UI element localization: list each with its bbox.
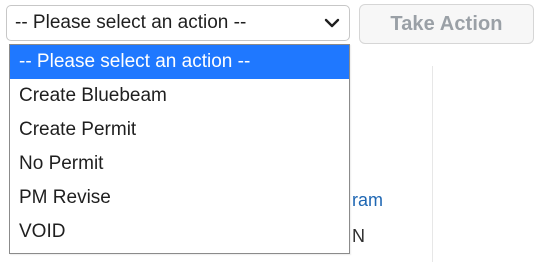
dropdown-option-pm-revise[interactable]: PM Revise — [10, 181, 349, 215]
dropdown-option-create-permit[interactable]: Create Permit — [10, 113, 349, 147]
background-text-fragment: N — [352, 226, 365, 246]
action-select-value: -- Please select an action -- — [15, 12, 247, 33]
take-action-form: ram N -- Please select an action -- Take… — [0, 0, 542, 262]
dropdown-option-create-bluebeam[interactable]: Create Bluebeam — [10, 79, 349, 113]
action-select[interactable]: -- Please select an action -- — [6, 5, 350, 41]
background-link-fragment: ram — [352, 190, 383, 210]
dropdown-option-void[interactable]: VOID — [10, 215, 349, 249]
action-dropdown-list: -- Please select an action -- Create Blu… — [9, 44, 350, 254]
take-action-button[interactable]: Take Action — [359, 4, 534, 44]
column-divider — [432, 66, 433, 262]
chevron-down-icon — [323, 14, 341, 32]
dropdown-option-no-permit[interactable]: No Permit — [10, 147, 349, 181]
dropdown-option-placeholder[interactable]: -- Please select an action -- — [10, 45, 349, 79]
